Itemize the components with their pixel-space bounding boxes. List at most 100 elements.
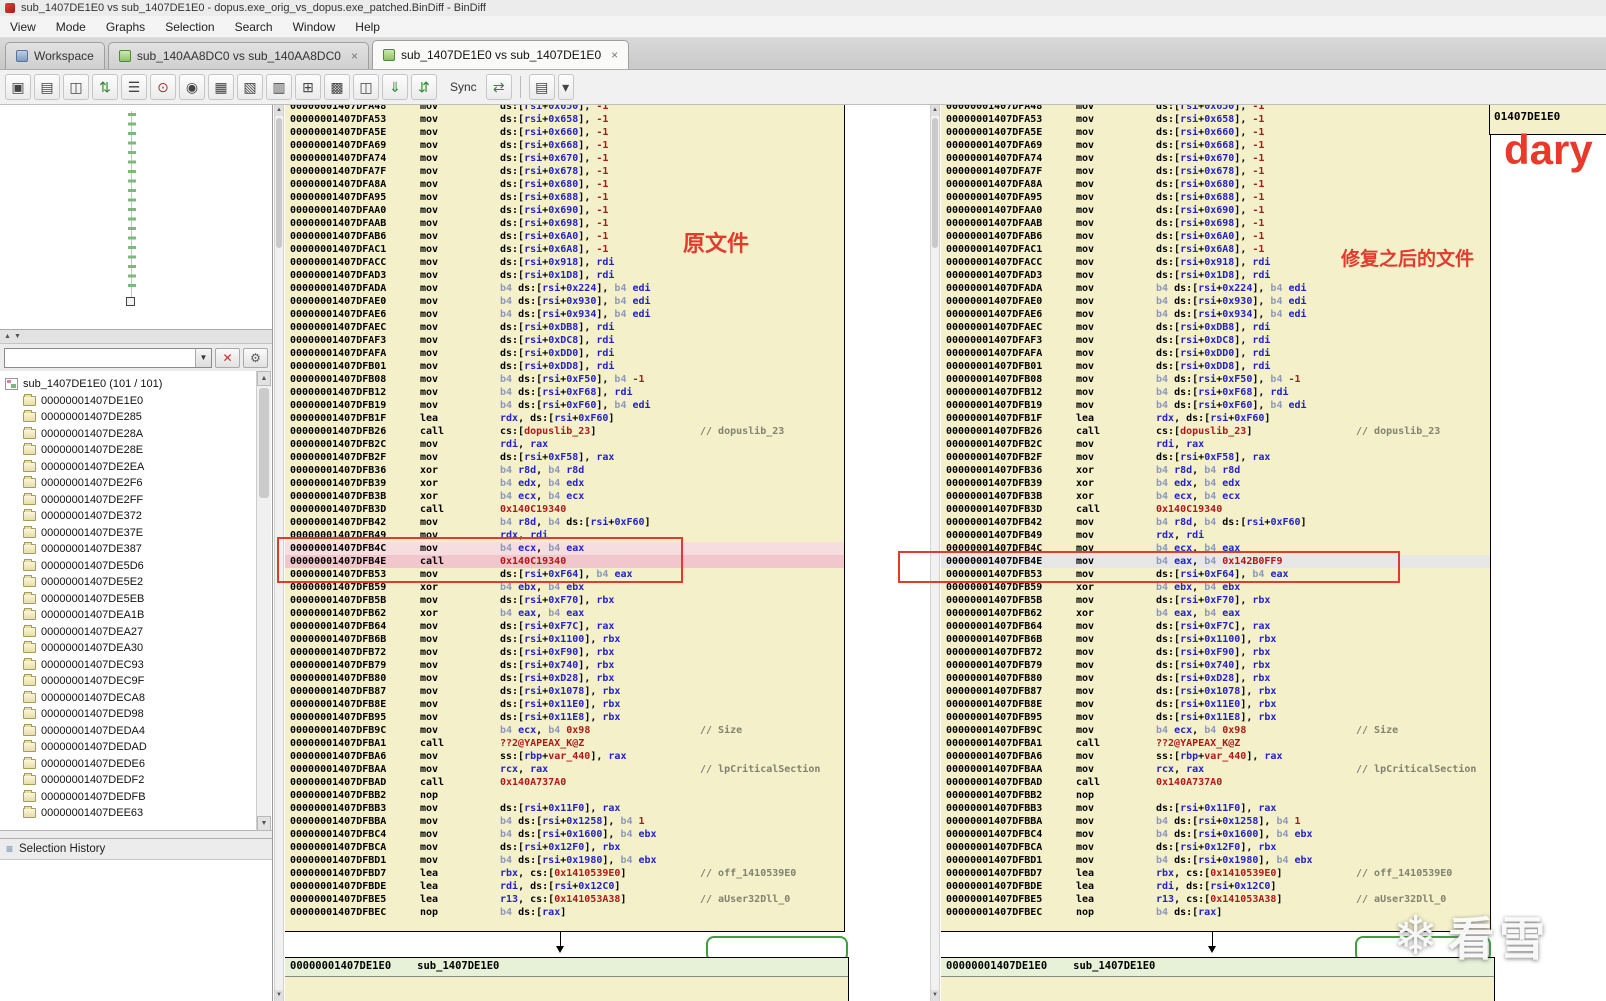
asm-row[interactable]: 00000001407DFB9C mov b4 ecx, b4 0x98 // Siz…: [285, 724, 844, 737]
asm-row[interactable]: 00000001407DFB62 xor b4 eax, b4 eax: [285, 607, 844, 620]
asm-row[interactable]: 00000001407DFA74 mov ds:[rsi+0x670], -1: [941, 152, 1490, 165]
combined-graph-icon[interactable]: ◫: [353, 74, 379, 100]
tab-sub-140aa8dc0-vs-sub-140aa8dc0[interactable]: sub_140AA8DC0 vs sub_140AA8DC0 ×: [107, 42, 369, 69]
asm-row[interactable]: 00000001407DFAA0 mov ds:[rsi+0x690], -1: [285, 204, 844, 217]
asm-row[interactable]: 00000001407DFBA6 mov ss:[rbp+var_440], rax: [285, 750, 844, 763]
menu-view[interactable]: View: [0, 17, 46, 37]
collapse-down-icon[interactable]: ▼: [14, 333, 21, 340]
asm-row[interactable]: 00000001407DFAC1 mov ds:[rsi+0x6A8], -1: [285, 243, 844, 256]
circular-layout-icon[interactable]: ⊙: [150, 74, 176, 100]
tab-workspace[interactable]: Workspace: [5, 42, 105, 69]
asm-row[interactable]: 00000001407DFB62 xor b4 eax, b4 eax: [941, 607, 1490, 620]
asm-row[interactable]: 00000001407DFB08 mov b4 ds:[rsi+0xF50], b4…: [285, 373, 844, 386]
asm-row[interactable]: 00000001407DFAEC mov ds:[rsi+0xDB8], rdi: [285, 321, 844, 334]
tree-item-basic-block[interactable]: 00000001407DE285: [5, 409, 272, 426]
tree-item-basic-block[interactable]: 00000001407DE2EA: [5, 459, 272, 476]
tree-item-basic-block[interactable]: 00000001407DE387: [5, 541, 272, 558]
asm-row[interactable]: 00000001407DFB2F mov ds:[rsi+0xF58], rax: [285, 451, 844, 464]
asm-row[interactable]: 00000001407DFA7F mov ds:[rsi+0x678], -1: [285, 165, 844, 178]
scroll-up-icon[interactable]: ▲: [275, 105, 283, 116]
menu-selection[interactable]: Selection: [155, 17, 224, 37]
asm-row[interactable]: 00000001407DFAEC mov ds:[rsi+0xDB8], rdi: [941, 321, 1490, 334]
tree-item-basic-block[interactable]: 00000001407DEC9F: [5, 673, 272, 690]
tree-item-basic-block[interactable]: 00000001407DE28A: [5, 426, 272, 443]
asm-row[interactable]: 00000001407DFBB2 nop: [941, 789, 1490, 802]
menu-mode[interactable]: Mode: [46, 17, 96, 37]
asm-row[interactable]: 00000001407DFBC4 mov b4 ds:[rsi+0x1600], b…: [941, 828, 1490, 841]
asm-row[interactable]: 00000001407DFB64 mov ds:[rsi+0xF7C], rax: [285, 620, 844, 633]
asm-row[interactable]: 00000001407DFA7F mov ds:[rsi+0x678], -1: [941, 165, 1490, 178]
asm-row[interactable]: 00000001407DFAE6 mov b4 ds:[rsi+0x934], b4…: [941, 308, 1490, 321]
asm-row[interactable]: 00000001407DFBD1 mov b4 ds:[rsi+0x1980], b…: [941, 854, 1490, 867]
asm-row[interactable]: 00000001407DFAAB mov ds:[rsi+0x698], -1: [941, 217, 1490, 230]
asm-row[interactable]: 00000001407DFB2C mov rdi, rax: [285, 438, 844, 451]
asm-row[interactable]: 00000001407DFAE0 mov b4 ds:[rsi+0x930], b4…: [941, 295, 1490, 308]
asm-row[interactable]: 00000001407DFB36 xor b4 r8d, b4 r8d: [941, 464, 1490, 477]
asm-row[interactable]: 00000001407DFB26 call cs:[dopuslib_23] // d…: [941, 425, 1490, 438]
asm-row[interactable]: 00000001407DFBDE lea rdi, ds:[rsi+0x12C0]: [285, 880, 844, 893]
clear-filter-button[interactable]: ✕: [215, 347, 240, 368]
asm-row[interactable]: 00000001407DFA5E mov ds:[rsi+0x660], -1: [285, 126, 844, 139]
asm-row[interactable]: 00000001407DFB79 mov ds:[rsi+0x740], rbx: [285, 659, 844, 672]
asm-row[interactable]: 00000001407DFB01 mov ds:[rsi+0xDD8], rdi: [285, 360, 844, 373]
asm-row[interactable]: 00000001407DFB8E mov ds:[rsi+0x11E0], rbx: [941, 698, 1490, 711]
asm-row[interactable]: 00000001407DFB26 call cs:[dopuslib_23] // d…: [285, 425, 844, 438]
menu-graphs[interactable]: Graphs: [96, 17, 155, 37]
graph-options-icon[interactable]: ▤: [528, 74, 555, 100]
menu-help[interactable]: Help: [345, 17, 390, 37]
asm-row[interactable]: 00000001407DFB2F mov ds:[rsi+0xF58], rax: [941, 451, 1490, 464]
tree-item-basic-block[interactable]: 00000001407DEA30: [5, 640, 272, 657]
asm-row[interactable]: 00000001407DFB79 mov ds:[rsi+0x740], rbx: [941, 659, 1490, 672]
asm-row[interactable]: 00000001407DFB42 mov b4 r8d, b4 ds:[rsi+0x…: [941, 516, 1490, 529]
tree-scrollbar[interactable]: ▲ ▼: [256, 371, 271, 831]
menu-window[interactable]: Window: [283, 17, 346, 37]
panel-splitter[interactable]: ▲ ▼: [0, 330, 272, 344]
asm-row[interactable]: 00000001407DFAB6 mov ds:[rsi+0x6A0], -1: [941, 230, 1490, 243]
fit-content-icon[interactable]: ▦: [208, 74, 234, 100]
callgraph-view-icon[interactable]: ▣: [5, 74, 31, 100]
filter-settings-button[interactable]: ⚙: [243, 347, 268, 368]
tree-item-basic-block[interactable]: 00000001407DEE63: [5, 805, 272, 822]
asm-row[interactable]: 00000001407DFB01 mov ds:[rsi+0xDD8], rdi: [941, 360, 1490, 373]
asm-row[interactable]: 00000001407DFB1F lea rdx, ds:[rsi+0xF60]: [941, 412, 1490, 425]
scroll-down-icon[interactable]: ▼: [931, 990, 939, 1001]
asm-row[interactable]: 00000001407DFA69 mov ds:[rsi+0x668], -1: [941, 139, 1490, 152]
asm-row[interactable]: 00000001407DFB80 mov ds:[rsi+0xD28], rbx: [941, 672, 1490, 685]
asm-row[interactable]: 00000001407DFBA6 mov ss:[rbp+var_440], rax: [941, 750, 1490, 763]
asm-row[interactable]: 00000001407DFB87 mov ds:[rsi+0x1078], rbx: [285, 685, 844, 698]
asm-row[interactable]: 00000001407DFA95 mov ds:[rsi+0x688], -1: [285, 191, 844, 204]
asm-row[interactable]: 00000001407DFB39 xor b4 edx, b4 edx: [941, 477, 1490, 490]
asm-row[interactable]: 00000001407DFB9C mov b4 ecx, b4 0x98 // Siz…: [941, 724, 1490, 737]
proximity-browsing-icon[interactable]: ◉: [179, 74, 205, 100]
zoom-fit-icon[interactable]: ⊞: [295, 74, 321, 100]
asm-row[interactable]: 00000001407DFB72 mov ds:[rsi+0xF90], rbx: [285, 646, 844, 659]
asm-row[interactable]: 00000001407DFB95 mov ds:[rsi+0x11E8], rbx: [285, 711, 844, 724]
asm-row[interactable]: 00000001407DFBD7 lea rbx, cs:[0x1410539E0]…: [941, 867, 1490, 880]
asm-row[interactable]: 00000001407DFBCA mov ds:[rsi+0x12F0], rbx: [285, 841, 844, 854]
asm-row[interactable]: 00000001407DFA53 mov ds:[rsi+0x658], -1: [941, 113, 1490, 126]
asm-row[interactable]: 00000001407DFBE5 lea r13, cs:[0x141053A38]…: [285, 893, 844, 906]
asm-row[interactable]: 00000001407DFACC mov ds:[rsi+0x918], rdi: [285, 256, 844, 269]
split-view-icon[interactable]: ◫: [63, 74, 89, 100]
asm-row[interactable]: 00000001407DFBCA mov ds:[rsi+0x12F0], rbx: [941, 841, 1490, 854]
sync-views-icon[interactable]: ⇄: [485, 74, 512, 100]
combo-dropdown-icon[interactable]: ▼: [195, 348, 211, 367]
tree-item-basic-block[interactable]: 00000001407DE28E: [5, 442, 272, 459]
asm-row[interactable]: 00000001407DFB3D call 0x140C19340: [941, 503, 1490, 516]
tree-item-basic-block[interactable]: 00000001407DEA1B: [5, 607, 272, 624]
tree-item-basic-block[interactable]: 00000001407DEDAD: [5, 739, 272, 756]
tree-item-basic-block[interactable]: 00000001407DE5EB: [5, 591, 272, 608]
asm-row[interactable]: 00000001407DFBB3 mov ds:[rsi+0x11F0], rax: [941, 802, 1490, 815]
tab-close-icon[interactable]: ×: [611, 48, 618, 62]
orthogonal-layout-icon[interactable]: ☰: [121, 74, 147, 100]
tree-item-basic-block[interactable]: 00000001407DED98: [5, 706, 272, 723]
selection-mode-icon[interactable]: ▩: [324, 74, 350, 100]
asm-row[interactable]: 00000001407DFA74 mov ds:[rsi+0x670], -1: [285, 152, 844, 165]
asm-row[interactable]: 00000001407DFB5B mov ds:[rsi+0xF70], rbx: [285, 594, 844, 607]
node-filter-input[interactable]: ▼: [4, 347, 212, 368]
asm-row[interactable]: 00000001407DFB3B xor b4 ecx, b4 ecx: [941, 490, 1490, 503]
tree-item-basic-block[interactable]: 00000001407DE2FF: [5, 492, 272, 509]
tree-item-basic-block[interactable]: 00000001407DE5E2: [5, 574, 272, 591]
asm-row[interactable]: 00000001407DFB08 mov b4 ds:[rsi+0xF50], b4…: [941, 373, 1490, 386]
asm-row[interactable]: 00000001407DFBA1 call ??2@YAPEAX_K@Z: [941, 737, 1490, 750]
